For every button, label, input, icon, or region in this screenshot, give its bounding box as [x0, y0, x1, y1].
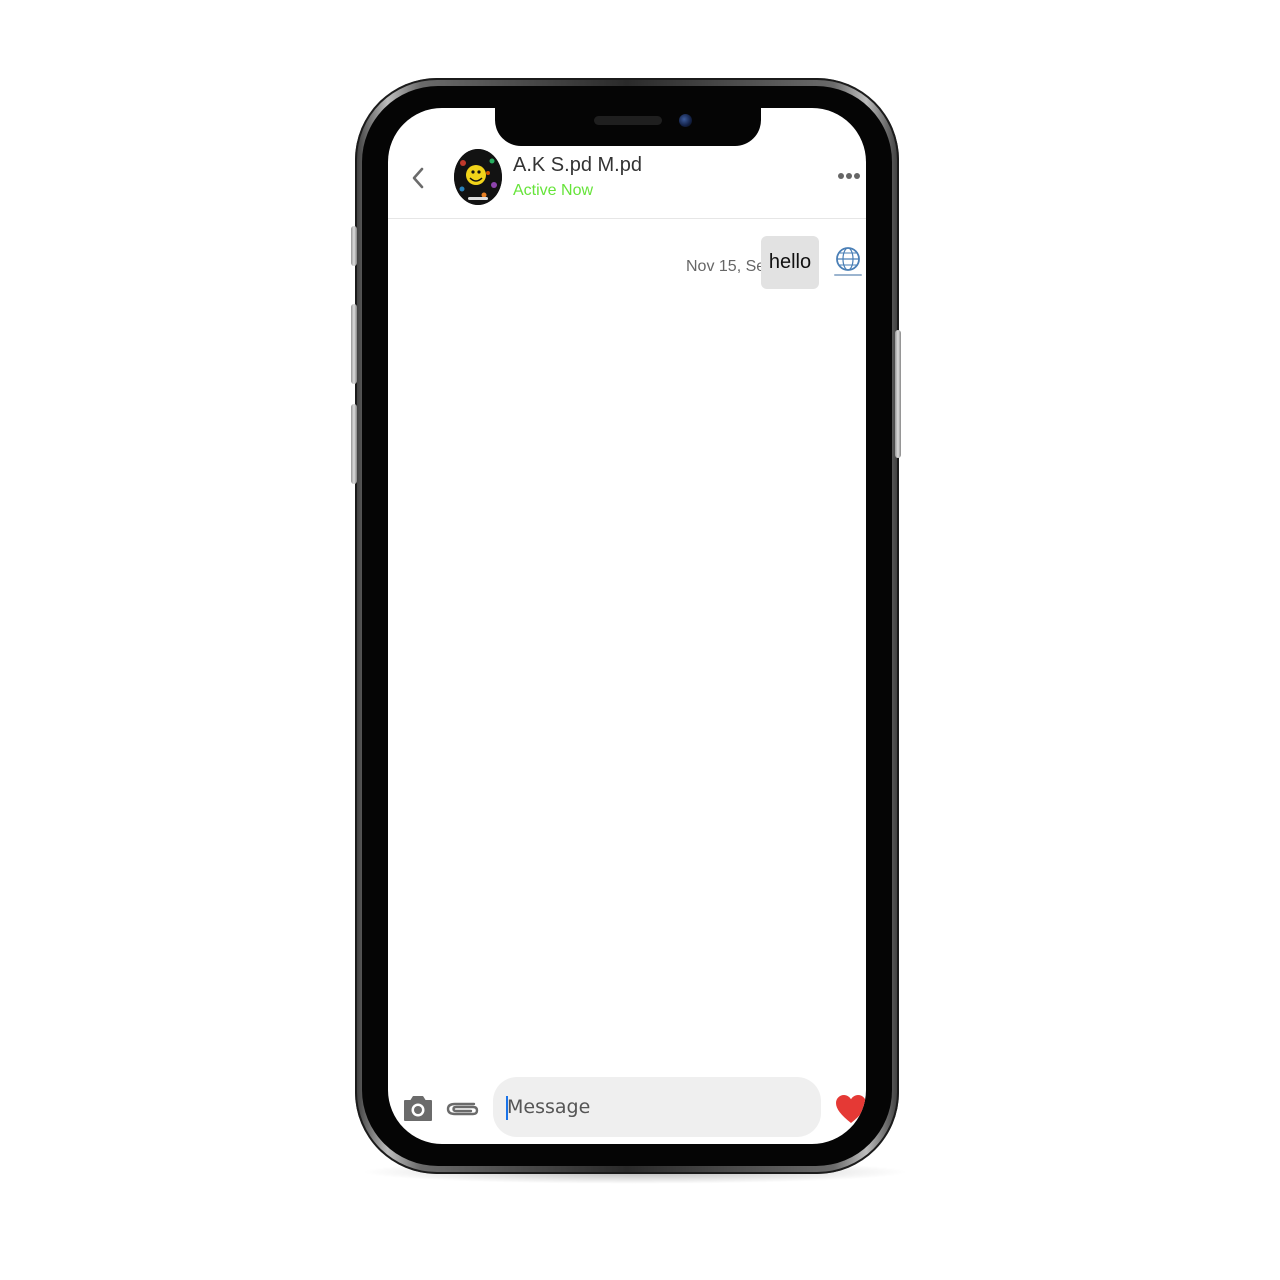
camera-icon: [404, 1096, 432, 1121]
more-horizontal-icon: [838, 173, 860, 179]
contact-avatar[interactable]: [454, 149, 502, 205]
phone-power-button: [895, 330, 901, 458]
phone-speaker: [594, 116, 662, 125]
text-caret: [506, 1096, 508, 1120]
self-avatar: [832, 246, 864, 280]
back-button[interactable]: [406, 164, 430, 192]
chat-screen: A.K S.pd M.pd Active Now Nov 15, Sel hel…: [388, 108, 866, 1144]
front-camera: [679, 114, 692, 127]
phone-volume-up-button: [351, 304, 357, 384]
phone-volume-down-button: [351, 404, 357, 484]
attach-button[interactable]: [444, 1094, 480, 1122]
globe-logo-icon: [834, 247, 862, 276]
phone-silent-switch: [351, 226, 357, 266]
message-timestamp: Nov 15, Sel: [686, 258, 769, 275]
contact-name: A.K S.pd M.pd: [513, 154, 642, 176]
heart-icon: [836, 1095, 866, 1123]
contact-status: Active Now: [513, 182, 594, 199]
paperclip-icon: [446, 1102, 479, 1116]
like-button[interactable]: [834, 1093, 866, 1125]
message-bubble[interactable]: hello: [761, 236, 819, 289]
contact-avatar-image: [454, 149, 502, 205]
camera-button[interactable]: [402, 1092, 434, 1124]
more-options-button[interactable]: [834, 168, 864, 184]
chevron-left-icon: [412, 167, 424, 189]
phone-mockup: A.K S.pd M.pd Active Now Nov 15, Sel hel…: [0, 0, 1280, 1280]
message-input[interactable]: [493, 1077, 821, 1137]
